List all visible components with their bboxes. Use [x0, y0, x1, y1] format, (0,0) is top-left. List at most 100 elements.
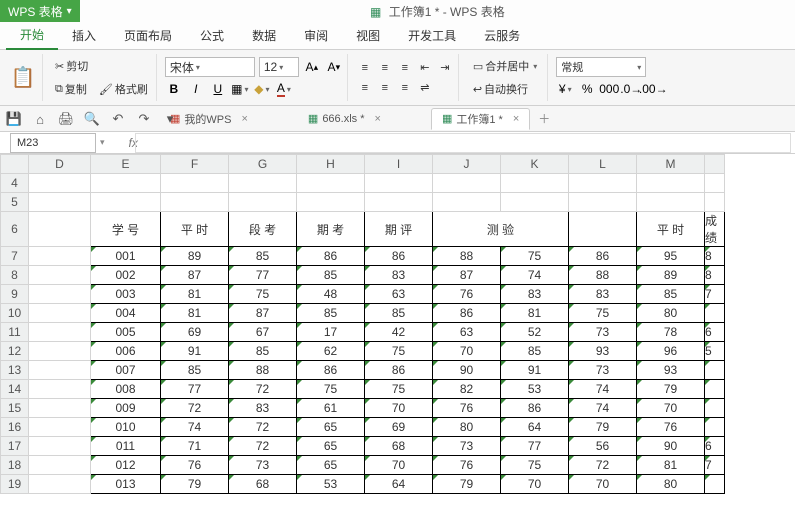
- cell[interactable]: 83: [365, 266, 433, 285]
- cell[interactable]: 86: [365, 247, 433, 266]
- column-header-H[interactable]: H: [297, 155, 365, 174]
- cell[interactable]: 74: [161, 418, 229, 437]
- cell[interactable]: 72: [229, 437, 297, 456]
- cell[interactable]: 88: [569, 266, 637, 285]
- cell[interactable]: 71: [161, 437, 229, 456]
- cell[interactable]: [29, 418, 91, 437]
- cell[interactable]: 91: [161, 342, 229, 361]
- cell[interactable]: [705, 418, 725, 437]
- align-right-button[interactable]: ≡: [396, 79, 414, 97]
- cell[interactable]: 65: [297, 456, 365, 475]
- row-header[interactable]: 6: [1, 212, 29, 247]
- row-header[interactable]: 14: [1, 380, 29, 399]
- cell[interactable]: 6: [705, 323, 725, 342]
- cell[interactable]: 74: [569, 380, 637, 399]
- comma-button[interactable]: 000: [600, 80, 618, 98]
- cell[interactable]: 79: [569, 418, 637, 437]
- cell[interactable]: 79: [637, 380, 705, 399]
- cell[interactable]: [705, 361, 725, 380]
- cell[interactable]: 87: [161, 266, 229, 285]
- borders-button[interactable]: ▦▾: [231, 80, 249, 98]
- table-header[interactable]: 期 考: [297, 212, 365, 247]
- cell[interactable]: 61: [297, 399, 365, 418]
- cell[interactable]: 96: [637, 342, 705, 361]
- menu-公式[interactable]: 公式: [186, 22, 238, 50]
- cell[interactable]: 83: [501, 285, 569, 304]
- cell[interactable]: [705, 174, 725, 193]
- cell[interactable]: 65: [297, 418, 365, 437]
- menu-开始[interactable]: 开始: [6, 22, 58, 50]
- cell[interactable]: 48: [297, 285, 365, 304]
- increase-font-button[interactable]: A▴: [303, 58, 321, 76]
- row-header[interactable]: 16: [1, 418, 29, 437]
- close-icon[interactable]: ×: [513, 113, 519, 125]
- cell[interactable]: 009: [91, 399, 161, 418]
- cell[interactable]: 85: [637, 285, 705, 304]
- cell[interactable]: [637, 193, 705, 212]
- cell[interactable]: [365, 174, 433, 193]
- cell[interactable]: 93: [569, 342, 637, 361]
- cell[interactable]: 73: [569, 323, 637, 342]
- cell[interactable]: 63: [365, 285, 433, 304]
- cell[interactable]: 013: [91, 475, 161, 494]
- table-header[interactable]: [569, 212, 637, 247]
- column-header-partial[interactable]: [705, 155, 725, 174]
- cell[interactable]: [365, 193, 433, 212]
- menu-云服务[interactable]: 云服务: [470, 22, 534, 50]
- menu-开发工具[interactable]: 开发工具: [394, 22, 470, 50]
- cell[interactable]: 70: [433, 342, 501, 361]
- menu-插入[interactable]: 插入: [58, 22, 110, 50]
- currency-button[interactable]: ¥▾: [556, 80, 574, 98]
- formula-bar[interactable]: [135, 133, 791, 153]
- cell[interactable]: 010: [91, 418, 161, 437]
- cell[interactable]: 86: [501, 399, 569, 418]
- cell[interactable]: 80: [637, 304, 705, 323]
- cell[interactable]: 87: [229, 304, 297, 323]
- cell[interactable]: [29, 475, 91, 494]
- cell[interactable]: 86: [569, 247, 637, 266]
- cell[interactable]: 74: [569, 399, 637, 418]
- cell[interactable]: 80: [637, 475, 705, 494]
- cell[interactable]: 86: [297, 247, 365, 266]
- cell[interactable]: 52: [501, 323, 569, 342]
- undo-button[interactable]: ↶: [108, 109, 128, 129]
- cell[interactable]: 69: [365, 418, 433, 437]
- cell[interactable]: [501, 193, 569, 212]
- cell[interactable]: [29, 342, 91, 361]
- cell[interactable]: [29, 212, 91, 247]
- cell[interactable]: 95: [637, 247, 705, 266]
- underline-button[interactable]: U: [209, 80, 227, 98]
- cell[interactable]: 63: [433, 323, 501, 342]
- font-color-button[interactable]: A▾: [275, 80, 293, 98]
- cell[interactable]: 85: [365, 304, 433, 323]
- file-tab[interactable]: ▦工作簿1 *×: [431, 108, 530, 130]
- select-all-corner[interactable]: [1, 155, 29, 174]
- cell[interactable]: [637, 174, 705, 193]
- cell[interactable]: 53: [501, 380, 569, 399]
- row-header[interactable]: 12: [1, 342, 29, 361]
- cell[interactable]: [705, 193, 725, 212]
- menu-页面布局[interactable]: 页面布局: [110, 22, 186, 50]
- column-header-E[interactable]: E: [91, 155, 161, 174]
- close-icon[interactable]: ×: [375, 113, 381, 125]
- cell[interactable]: 79: [161, 475, 229, 494]
- italic-button[interactable]: I: [187, 80, 205, 98]
- cell[interactable]: 81: [637, 456, 705, 475]
- cell[interactable]: [705, 399, 725, 418]
- row-header[interactable]: 7: [1, 247, 29, 266]
- row-header[interactable]: 11: [1, 323, 29, 342]
- cell[interactable]: [297, 193, 365, 212]
- cell[interactable]: 79: [433, 475, 501, 494]
- row-header[interactable]: 15: [1, 399, 29, 418]
- fx-button[interactable]: fx: [109, 136, 131, 150]
- cell[interactable]: [705, 475, 725, 494]
- cell[interactable]: 86: [297, 361, 365, 380]
- cell[interactable]: 76: [161, 456, 229, 475]
- cell[interactable]: 6: [705, 437, 725, 456]
- cell[interactable]: 86: [433, 304, 501, 323]
- cell[interactable]: 65: [297, 437, 365, 456]
- cell[interactable]: 85: [501, 342, 569, 361]
- font-size-select[interactable]: 12 ▾: [259, 57, 299, 77]
- cell[interactable]: 001: [91, 247, 161, 266]
- name-box[interactable]: M23: [10, 133, 96, 153]
